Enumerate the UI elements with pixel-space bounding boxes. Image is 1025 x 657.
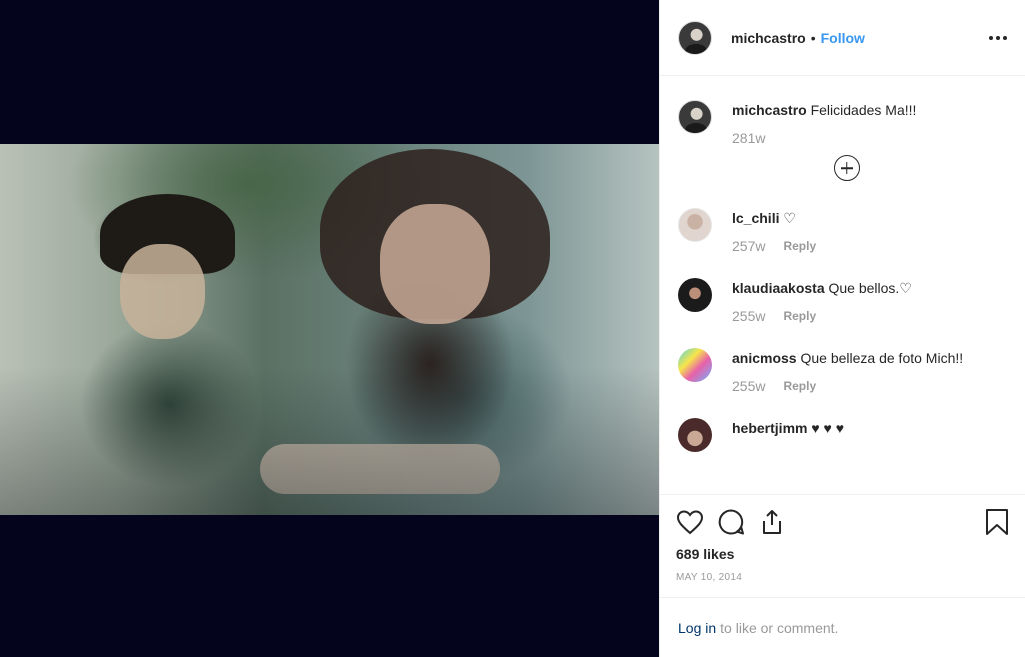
media-panel <box>0 0 659 657</box>
more-options-icon[interactable] <box>989 32 1007 44</box>
commenter-username[interactable]: klaudiaakosta <box>732 280 825 296</box>
comments-list: michcastro Felicidades Ma!!! 281w lc_chi… <box>660 76 1025 494</box>
list-item: anicmoss Que belleza de foto Mich!! 255w… <box>678 348 1007 394</box>
comment-text: Que bellos.♡ <box>828 280 912 296</box>
caption-username[interactable]: michcastro <box>732 102 807 118</box>
bookmark-icon[interactable] <box>985 508 1009 536</box>
comment-text: ♡ <box>783 210 796 226</box>
author-avatar[interactable] <box>678 20 712 55</box>
reply-button[interactable]: Reply <box>783 309 816 323</box>
heart-icon[interactable] <box>676 509 704 535</box>
commenter-avatar[interactable] <box>678 278 712 312</box>
commenter-username[interactable]: anicmoss <box>732 350 797 366</box>
post-sidebar: michcastro • Follow michcastro Felicidad… <box>659 0 1025 657</box>
post-photo[interactable] <box>0 144 659 515</box>
reply-button[interactable]: Reply <box>783 379 816 393</box>
likes-count[interactable]: 689 likes <box>676 546 1009 562</box>
post-date[interactable]: MAY 10, 2014 <box>676 572 1009 583</box>
commenter-username[interactable]: lc_chili <box>732 210 779 226</box>
share-icon[interactable] <box>758 508 786 536</box>
list-item: klaudiaakosta Que bellos.♡ 255w Reply <box>678 278 1007 324</box>
comment-age[interactable]: 255w <box>732 308 765 324</box>
reply-button[interactable]: Reply <box>783 239 816 253</box>
comment-age[interactable]: 255w <box>732 378 765 394</box>
login-text: to like or comment. <box>720 619 839 636</box>
comment-text: ♥ ♥ ♥ <box>811 420 845 436</box>
post-modal: michcastro • Follow michcastro Felicidad… <box>0 0 1025 657</box>
commenter-avatar[interactable] <box>678 348 712 382</box>
list-item: lc_chili ♡ 257w Reply <box>678 208 1007 254</box>
commenter-username[interactable]: hebertjimm <box>732 420 807 436</box>
post-actions: 689 likes MAY 10, 2014 <box>660 494 1025 583</box>
caption-age[interactable]: 281w <box>732 130 765 146</box>
caption-avatar[interactable] <box>678 100 712 134</box>
commenter-avatar[interactable] <box>678 208 712 242</box>
load-more-icon[interactable] <box>833 155 860 181</box>
separator-dot: • <box>810 29 816 46</box>
comment-age[interactable]: 257w <box>732 238 765 254</box>
login-link[interactable]: Log in <box>678 620 716 636</box>
list-item: hebertjimm ♥ ♥ ♥ <box>678 418 1007 452</box>
comment-icon[interactable] <box>717 508 745 536</box>
post-header: michcastro • Follow <box>660 0 1025 76</box>
caption-text: Felicidades Ma!!! <box>810 102 917 118</box>
login-prompt: Log in to like or comment. <box>660 597 1025 657</box>
commenter-avatar[interactable] <box>678 418 712 452</box>
author-username[interactable]: michcastro <box>731 30 806 46</box>
follow-button[interactable]: Follow <box>821 30 865 46</box>
caption: michcastro Felicidades Ma!!! 281w <box>678 100 1007 146</box>
comment-text: Que belleza de foto Mich!! <box>800 350 964 366</box>
